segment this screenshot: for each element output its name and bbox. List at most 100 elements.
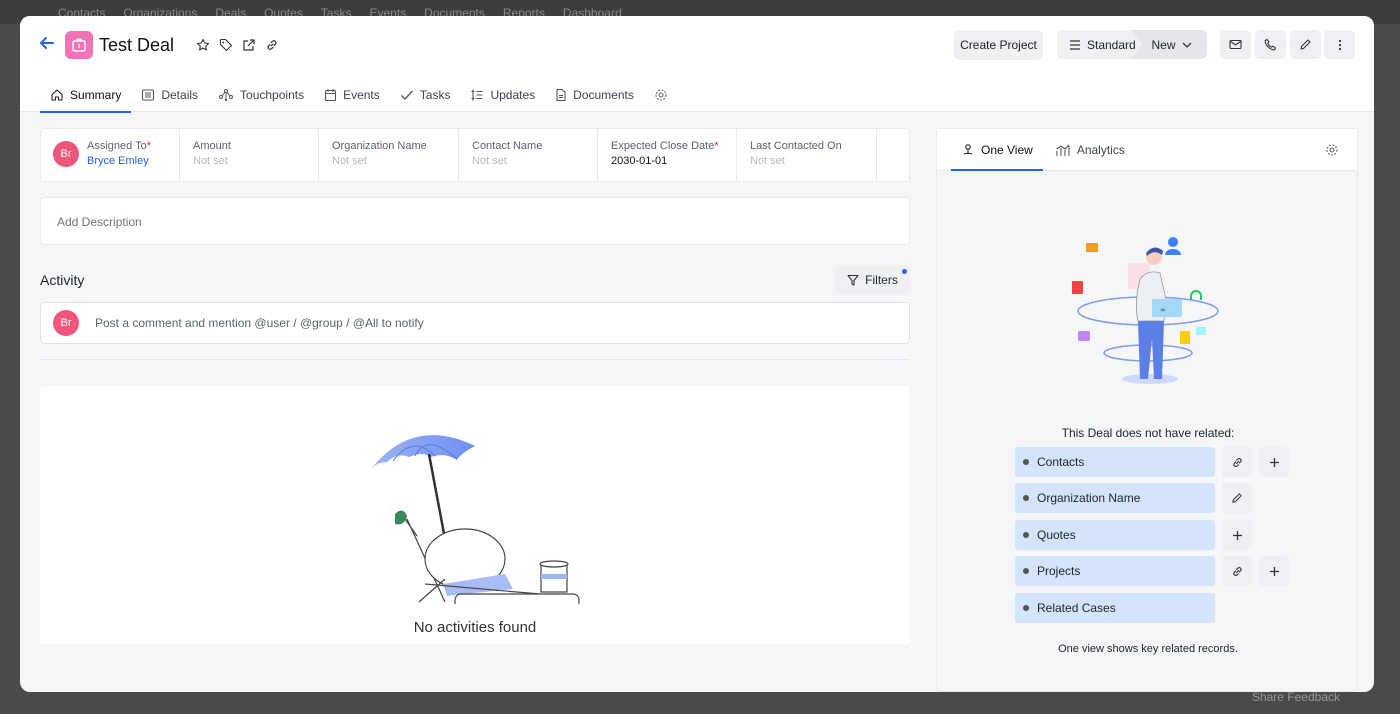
filters-button[interactable]: Filters [835, 265, 910, 294]
field-value: Not set [332, 155, 367, 167]
link-icon [1232, 457, 1242, 467]
document-icon [556, 88, 566, 102]
activity-title: Activity [40, 272, 85, 288]
menu-icon [1070, 39, 1080, 50]
add-quote-button[interactable] [1222, 520, 1252, 550]
star-icon[interactable] [195, 37, 211, 53]
field-value: Not set [750, 155, 785, 167]
call-button[interactable] [1255, 30, 1286, 59]
pencil-icon [1300, 39, 1311, 50]
add-project-button[interactable] [1259, 556, 1289, 586]
field-label: Contact Name [472, 140, 543, 152]
tab-one-view[interactable]: One View [951, 130, 1043, 171]
updates-icon [471, 89, 483, 101]
check-icon [400, 90, 413, 100]
related-item-cases[interactable]: Related Cases [1015, 593, 1215, 623]
tab-details[interactable]: Details [131, 80, 208, 110]
one-view-icon [963, 144, 973, 155]
back-arrow-icon[interactable] [38, 34, 56, 54]
related-label: Related Cases [1037, 601, 1116, 615]
filters-label: Filters [865, 272, 898, 287]
deal-header: Test Deal Create Project Standard New Su… [20, 16, 1374, 113]
status-selector[interactable]: Standard New [1057, 30, 1207, 59]
related-row-cases: Related Cases [1015, 593, 1215, 623]
field-label: Last Contacted On [750, 140, 842, 152]
tab-bar: Summary Details Touchpoints Events Tasks… [40, 80, 678, 113]
field-label: Amount [193, 140, 231, 152]
svg-text:∞: ∞ [1160, 306, 1166, 314]
gear-icon[interactable] [1325, 143, 1339, 162]
field-contact[interactable]: Contact Name Not set [459, 129, 598, 181]
tab-label: Updates [490, 88, 536, 102]
related-item-organization[interactable]: Organization Name [1015, 483, 1215, 513]
deal-modal: Test Deal Create Project Standard New Su… [20, 16, 1374, 692]
field-amount[interactable]: Amount Not set [180, 129, 319, 181]
tab-label: Summary [70, 88, 122, 102]
avatar: Br [53, 310, 79, 336]
filter-icon [847, 274, 859, 286]
link-contacts-button[interactable] [1222, 447, 1252, 477]
related-item-contacts[interactable]: Contacts [1015, 447, 1215, 477]
pipeline-selector[interactable]: Standard [1057, 30, 1142, 59]
add-contact-button[interactable] [1259, 447, 1289, 477]
analytics-icon [1056, 144, 1070, 156]
plus-icon [1232, 530, 1242, 540]
field-value: Not set [472, 155, 507, 167]
tab-touchpoints[interactable]: Touchpoints [208, 80, 314, 110]
right-tab-bar: One View Analytics [937, 129, 1357, 171]
tab-events[interactable]: Events [314, 80, 390, 110]
link-icon[interactable] [264, 37, 280, 53]
field-organization[interactable]: Organization Name Not set [319, 129, 459, 181]
edit-organization-button[interactable] [1222, 483, 1252, 513]
related-item-projects[interactable]: Projects [1015, 556, 1215, 586]
field-label: Assigned To [87, 140, 147, 152]
assignee-link[interactable]: Bryce Emley [87, 155, 151, 167]
avatar: Br [53, 141, 79, 167]
create-project-button[interactable]: Create Project [954, 30, 1043, 60]
related-row-projects: Projects [1015, 556, 1289, 586]
filter-active-dot [902, 269, 907, 274]
tab-summary[interactable]: Summary [40, 80, 132, 113]
bullet [1023, 459, 1029, 465]
field-last-contacted[interactable]: Last Contacted On Not set [737, 129, 877, 181]
related-row-organization: Organization Name [1015, 483, 1252, 513]
empty-activities: No activities found [40, 386, 910, 644]
related-label: Quotes [1037, 528, 1076, 542]
home-icon [51, 89, 63, 101]
one-view-footer: One view shows key related records. [1058, 643, 1238, 655]
no-related-text: This Deal does not have related: [1061, 426, 1235, 440]
field-close-date[interactable]: Expected Close Date* 2030-01-01 [598, 129, 737, 181]
stage-label: New [1151, 37, 1176, 52]
tab-documents[interactable]: Documents [545, 80, 644, 110]
tab-label: Touchpoints [240, 88, 305, 102]
more-button[interactable] [1324, 30, 1355, 59]
external-link-icon[interactable] [241, 37, 257, 53]
empty-message: No activities found [413, 619, 537, 636]
tab-label: Analytics [1076, 143, 1125, 157]
link-projects-button[interactable] [1222, 556, 1252, 586]
edit-button[interactable] [1290, 30, 1321, 59]
comment-input[interactable]: Br Post a comment and mention @user / @g… [40, 302, 910, 344]
bullet [1023, 495, 1029, 501]
deal-icon [65, 31, 93, 59]
tab-tasks[interactable]: Tasks [390, 80, 461, 110]
tab-label: Tasks [419, 88, 451, 102]
field-assigned-to[interactable]: Br Assigned To* Bryce Emley [41, 129, 180, 181]
bullet [1023, 605, 1029, 611]
stage-dropdown[interactable]: New [1136, 30, 1207, 59]
tag-icon[interactable] [218, 37, 234, 53]
field-value: Not set [193, 155, 228, 167]
email-button[interactable] [1220, 30, 1251, 59]
page-title: Test Deal [99, 35, 175, 55]
phone-icon [1264, 38, 1277, 51]
field-value: 2030-01-01 [611, 155, 668, 167]
tab-label: One View [981, 143, 1033, 157]
tab-settings[interactable] [644, 80, 678, 110]
plus-icon [1269, 457, 1279, 467]
divider [40, 359, 910, 360]
related-item-quotes[interactable]: Quotes [1015, 520, 1215, 550]
tab-updates[interactable]: Updates [460, 80, 545, 110]
description-field[interactable]: Add Description [40, 197, 910, 245]
related-row-quotes: Quotes [1015, 520, 1252, 550]
tab-analytics[interactable]: Analytics [1045, 130, 1135, 170]
